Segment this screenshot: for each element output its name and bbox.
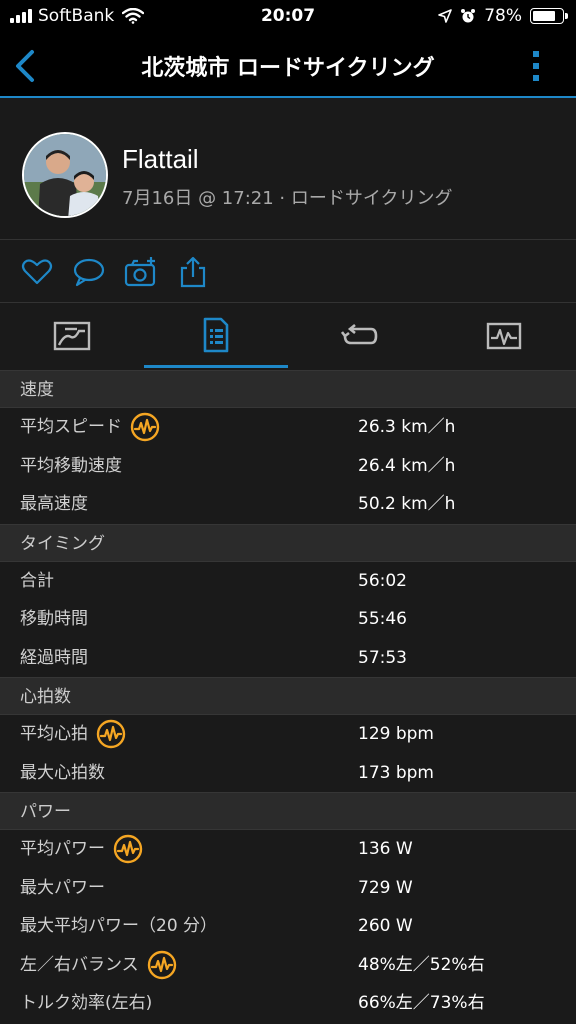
comment-icon[interactable] bbox=[72, 255, 106, 289]
activity-owner: Flattail 7月16日 @ 17:21 · ロードサイクリング bbox=[0, 100, 576, 240]
stat-row: 平均パワー 136 W bbox=[0, 830, 576, 869]
share-icon[interactable] bbox=[176, 255, 210, 289]
stat-row: 経過時間 57:53 bbox=[0, 638, 576, 677]
battery-percent: 78% bbox=[484, 6, 522, 26]
stat-row: トルク効率(左右) 66%左／73%右 bbox=[0, 984, 576, 1023]
heart-icon[interactable] bbox=[20, 255, 54, 289]
stat-value: 260 W bbox=[358, 916, 413, 936]
stat-label: 平均パワー bbox=[20, 839, 105, 859]
tab-map[interactable] bbox=[0, 304, 144, 368]
page-title: 北茨城市 ロードサイクリング bbox=[141, 56, 435, 81]
stat-label: 経過時間 bbox=[20, 647, 88, 668]
status-bar: SoftBank 20:07 78% bbox=[0, 0, 576, 34]
section-header-speed: 速度 bbox=[0, 370, 576, 408]
stat-row: 合計 56:02 bbox=[0, 561, 576, 600]
stat-value: 136 W bbox=[358, 839, 413, 859]
stat-value: 56:02 bbox=[358, 570, 407, 591]
stat-value: 729 W bbox=[358, 877, 413, 898]
stat-value: 55:46 bbox=[358, 609, 407, 629]
activity-meta: 7月16日 @ 17:21 · ロードサイクリング bbox=[122, 188, 453, 209]
activity-tabs bbox=[0, 304, 576, 368]
user-name[interactable]: Flattail bbox=[122, 144, 199, 175]
stat-value: 173 bpm bbox=[358, 762, 434, 783]
battery-icon bbox=[530, 8, 568, 24]
stat-row: 平均心拍 129 bpm bbox=[0, 715, 576, 754]
stat-row: 最高速度 50.2 km／h bbox=[0, 485, 576, 524]
avatar[interactable] bbox=[22, 132, 108, 218]
nav-bar: 北茨城市 ロードサイクリング bbox=[0, 34, 576, 98]
stat-row: 最大平均パワー（20 分） 260 W bbox=[0, 907, 576, 946]
section-header-heart-rate: 心拍数 bbox=[0, 677, 576, 715]
stat-label: 最高速度 bbox=[20, 494, 88, 514]
stat-row: 最大心拍数 173 bpm bbox=[0, 753, 576, 792]
stat-value: 129 bpm bbox=[358, 724, 434, 744]
stat-label: 平均移動速度 bbox=[20, 455, 122, 476]
alarm-icon bbox=[461, 9, 476, 23]
stat-value: 50.2 km／h bbox=[358, 494, 456, 514]
more-vertical-icon[interactable] bbox=[532, 48, 540, 84]
stat-row: 平均移動速度 26.4 km／h bbox=[0, 446, 576, 485]
stats-table: 速度 平均スピード 26.3 km／h 平均移動速度 26.4 km／h 最高速度 5… bbox=[0, 370, 576, 1023]
details-icon bbox=[203, 317, 229, 352]
heart-rate-chart-icon[interactable] bbox=[130, 412, 160, 442]
action-bar bbox=[0, 241, 576, 303]
stat-row: 平均スピード 26.3 km／h bbox=[0, 408, 576, 447]
heart-rate-chart-icon[interactable] bbox=[147, 950, 177, 980]
section-header-timing: タイミング bbox=[0, 523, 576, 562]
tab-details[interactable] bbox=[144, 304, 288, 368]
chevron-left-icon[interactable] bbox=[10, 48, 40, 84]
map-icon bbox=[53, 321, 91, 351]
tab-laps[interactable] bbox=[288, 304, 432, 368]
stat-label: トルク効率(左右) bbox=[20, 993, 153, 1013]
stat-row: 最大パワー 729 W bbox=[0, 868, 576, 907]
stat-value: 26.3 km／h bbox=[358, 417, 456, 437]
chart-icon bbox=[486, 322, 522, 350]
stat-label: 平均心拍 bbox=[20, 724, 88, 744]
stat-value: 66%左／73%右 bbox=[358, 993, 485, 1013]
stat-label: 左／右バランス bbox=[20, 954, 139, 975]
tab-charts[interactable] bbox=[432, 304, 576, 368]
heart-rate-chart-icon[interactable] bbox=[113, 834, 143, 864]
stat-label: 合計 bbox=[20, 570, 54, 591]
stat-label: 最大パワー bbox=[20, 877, 105, 898]
stat-value: 57:53 bbox=[358, 647, 407, 668]
camera-add-icon[interactable] bbox=[124, 255, 158, 289]
stat-value: 48%左／52%右 bbox=[358, 954, 485, 975]
section-header-power: パワー bbox=[0, 792, 576, 830]
heart-rate-chart-icon[interactable] bbox=[96, 719, 126, 749]
stat-label: 最大心拍数 bbox=[20, 762, 105, 783]
stat-row: 移動時間 55:46 bbox=[0, 600, 576, 639]
status-right: 78% bbox=[438, 6, 568, 26]
stat-row: 左／右バランス 48%左／52%右 bbox=[0, 945, 576, 984]
stat-value: 26.4 km／h bbox=[358, 455, 456, 476]
stat-label: 最大平均パワー（20 分） bbox=[20, 916, 218, 936]
stat-label: 平均スピード bbox=[20, 417, 122, 437]
laps-icon bbox=[341, 323, 378, 345]
stat-label: 移動時間 bbox=[20, 609, 88, 629]
location-arrow-icon bbox=[438, 9, 453, 23]
